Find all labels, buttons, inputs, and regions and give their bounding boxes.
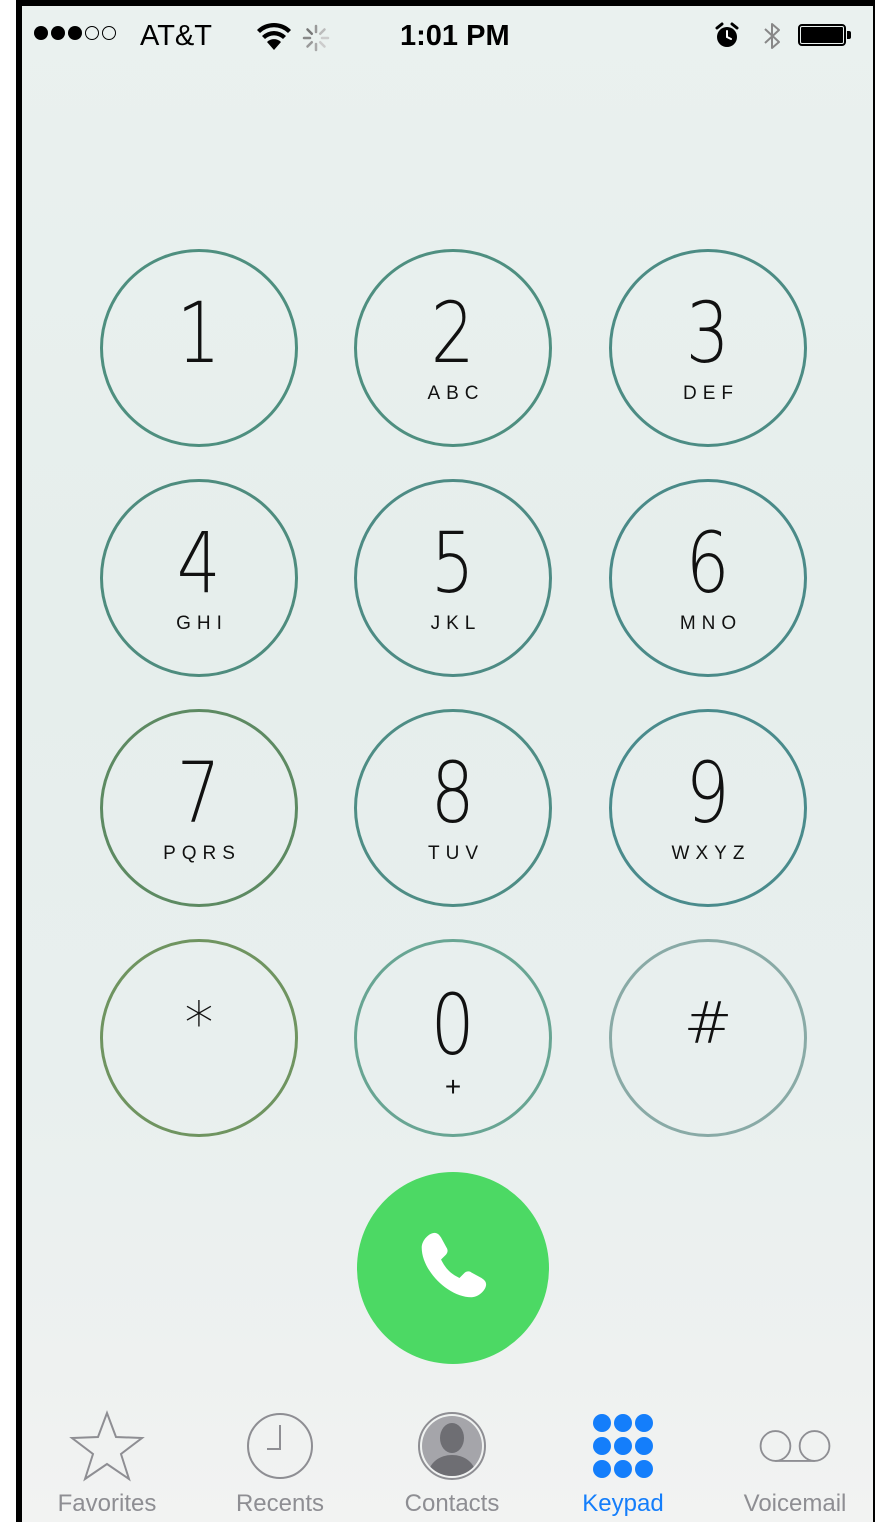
- tab-keypad[interactable]: Keypad: [548, 1408, 698, 1518]
- key-letters: TUV: [428, 843, 484, 864]
- phone-icon: [407, 1220, 499, 1317]
- tab-label: Voicemail: [743, 1490, 847, 1517]
- key-letters: WXYZ: [671, 843, 751, 864]
- key-digit: 3: [686, 284, 730, 382]
- key-digit: 0: [431, 976, 475, 1074]
- key-digit: 9: [686, 744, 730, 842]
- key-0[interactable]: 0 +: [354, 939, 552, 1137]
- voicemail-icon: [755, 1408, 835, 1484]
- key-3[interactable]: 3 DEF: [609, 249, 807, 447]
- clock-icon: [240, 1408, 320, 1484]
- key-letters: +: [444, 1071, 462, 1102]
- key-star[interactable]: *: [100, 939, 298, 1137]
- status-bar: AT&T 1:01 PM: [28, 14, 868, 58]
- key-letters: DEF: [683, 383, 739, 404]
- carrier-name: AT&T: [140, 20, 212, 52]
- key-digit: 6: [686, 514, 730, 612]
- tab-recents[interactable]: Recents: [205, 1408, 355, 1518]
- key-2[interactable]: 2 ABC: [354, 249, 552, 447]
- key-digit: 2: [431, 284, 475, 382]
- key-digit: *: [184, 989, 214, 1057]
- key-hash[interactable]: #: [609, 939, 807, 1137]
- tab-contacts[interactable]: Contacts: [377, 1408, 527, 1518]
- tab-voicemail[interactable]: Voicemail: [720, 1408, 870, 1518]
- key-digit: 5: [431, 514, 475, 612]
- key-digit: 7: [177, 744, 221, 842]
- status-time: 1:01 PM: [400, 20, 510, 52]
- key-letters: [705, 1060, 711, 1082]
- key-7[interactable]: 7 PQRS: [100, 709, 298, 907]
- keypad-grid-icon: [583, 1408, 663, 1484]
- key-8[interactable]: 8 TUV: [354, 709, 552, 907]
- key-letters: [196, 1060, 202, 1082]
- key-letters: JKL: [430, 613, 482, 634]
- key-4[interactable]: 4 GHI: [100, 479, 298, 677]
- signal-strength-icon: [34, 26, 116, 40]
- key-letters: [196, 383, 202, 405]
- alarm-icon: [714, 22, 740, 55]
- key-digit: #: [683, 989, 733, 1057]
- tab-label: Keypad: [582, 1490, 664, 1517]
- contact-silhouette-icon: [412, 1408, 492, 1484]
- call-button[interactable]: [357, 1172, 549, 1364]
- bluetooth-icon: [762, 20, 784, 57]
- key-digit: 8: [431, 744, 475, 842]
- battery-icon: [798, 24, 852, 48]
- key-digit: 1: [177, 284, 221, 382]
- wifi-icon: [256, 22, 292, 57]
- tab-label: Recents: [235, 1490, 325, 1517]
- key-letters: GHI: [176, 613, 228, 634]
- key-letters: ABC: [427, 383, 485, 404]
- activity-spinner-icon: [302, 24, 330, 57]
- screen-border-top: [16, 0, 875, 6]
- key-9[interactable]: 9 WXYZ: [609, 709, 807, 907]
- tab-label: Contacts: [404, 1490, 500, 1517]
- key-6[interactable]: 6 MNO: [609, 479, 807, 677]
- tab-label: Favorites: [57, 1490, 157, 1517]
- key-digit: 4: [177, 514, 221, 612]
- screen-border-left: [16, 6, 22, 1522]
- tab-favorites[interactable]: Favorites: [32, 1408, 182, 1518]
- key-letters: MNO: [679, 613, 743, 634]
- key-1[interactable]: 1: [100, 249, 298, 447]
- key-5[interactable]: 5 JKL: [354, 479, 552, 677]
- star-icon: [67, 1408, 147, 1484]
- key-letters: PQRS: [163, 843, 241, 864]
